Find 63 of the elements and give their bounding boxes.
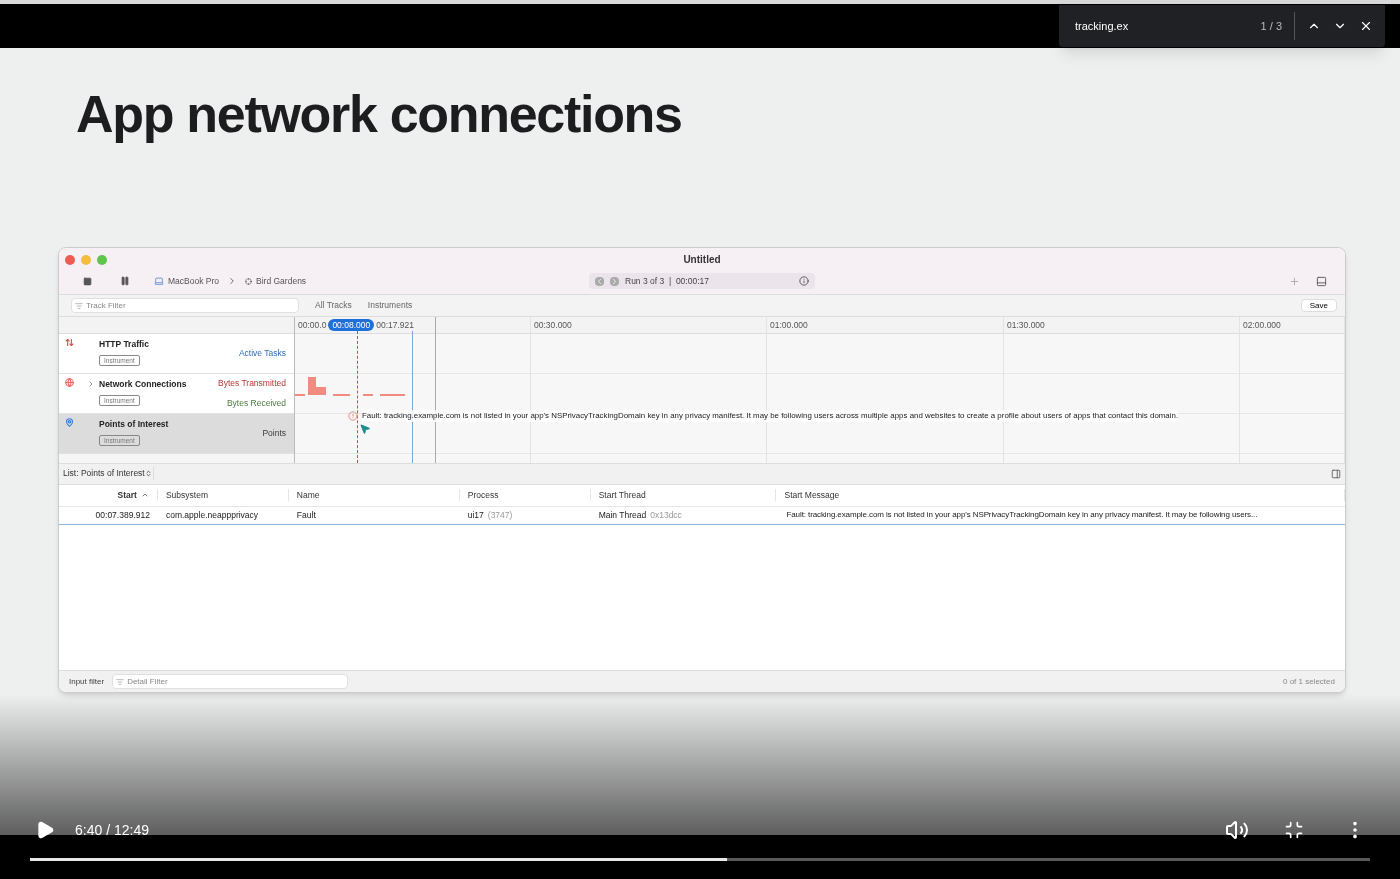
list-selector[interactable]: List: Points of Interest [63, 467, 154, 480]
track-label: Points [262, 427, 286, 440]
info-icon[interactable] [799, 276, 809, 286]
detail-filter-field[interactable]: Detail Filter [112, 674, 349, 689]
track-label: Active Tasks [238, 347, 286, 360]
panel-toggle-icon[interactable] [1316, 276, 1327, 287]
table-cell: Fault [296, 508, 316, 522]
exit-fullscreen-icon[interactable] [1284, 820, 1304, 840]
track-label: Bytes Transmitted [217, 377, 286, 391]
volume-icon[interactable] [1225, 818, 1249, 842]
disclosure-icon[interactable] [87, 380, 95, 388]
column-header[interactable]: Start Thread [598, 488, 646, 502]
cell-detail: 0x13dcc [650, 508, 682, 522]
fault-marker-icon[interactable] [348, 410, 358, 421]
column-header[interactable]: Start Message [784, 488, 840, 502]
laptop-icon [154, 276, 164, 287]
slide-title: App network connections [76, 84, 682, 144]
mouse-pointer-icon [359, 423, 371, 435]
progress-track[interactable] [30, 858, 1370, 861]
column-header[interactable]: Name [296, 488, 320, 502]
scope-tab[interactable]: All Tracks [315, 299, 352, 312]
track-filter-field[interactable]: Track Filter [71, 298, 299, 313]
table-cell: ui17 [467, 508, 484, 522]
column-header[interactable]: Start [117, 488, 137, 502]
close-icon[interactable] [1359, 19, 1373, 33]
column-header[interactable]: Subsystem [165, 488, 208, 502]
sort-icon[interactable] [140, 491, 149, 499]
window-title: Untitled [683, 253, 721, 267]
run-info: Run 3 of 3 | 00:00:17 [625, 274, 710, 288]
table-cell: 00:07.389.912 [95, 508, 150, 522]
target-icon [245, 277, 253, 285]
ruler-label: 00:00.0 [298, 318, 327, 332]
playback-time: 6:40 / 12:49 [75, 820, 149, 840]
cursor-time-badge[interactable]: 00:08.000 [328, 318, 375, 332]
track-name: Network Connections [99, 378, 187, 391]
table-cell: com.apple.neappprivacy [165, 508, 259, 522]
device-name[interactable]: MacBook Pro [168, 275, 220, 288]
cell-detail: (3747) [487, 508, 513, 522]
scope-tab[interactable]: Instruments [367, 299, 413, 312]
find-query[interactable]: tracking.ex [1075, 17, 1261, 35]
table-cell: Main Thread [598, 508, 647, 522]
pause-icon[interactable] [120, 276, 130, 287]
track-name: Points of Interest [99, 418, 169, 431]
track-name: HTTP Traffic [99, 338, 149, 351]
filter-icon [116, 678, 125, 686]
selection-status: 0 of 1 selected [1282, 675, 1335, 688]
filter-label: Input filter [69, 675, 105, 688]
inspector-toggle-icon[interactable] [1331, 468, 1341, 479]
filter-icon [75, 302, 83, 310]
play-icon[interactable] [35, 820, 55, 840]
ruler-label: 01:30.000 [1007, 318, 1045, 332]
stop-icon[interactable] [83, 276, 92, 286]
track-label: Bytes Received [226, 396, 286, 410]
table-cell: Fault: tracking.example.com is not listed in your app's NSPrivacyTrackingDomain key in any privacy manifest. It may be following users... [786, 509, 1258, 521]
save-button[interactable]: Save [1300, 299, 1337, 312]
target-name[interactable]: Bird Gardens [256, 275, 307, 288]
match-count: 1 / 3 [1260, 18, 1283, 34]
ruler-label: 00:30.000 [534, 318, 572, 332]
ruler-label: 01:00.000 [770, 318, 808, 332]
ruler-label: 00:17.921 [376, 318, 415, 332]
column-header[interactable]: Process [467, 488, 499, 502]
ruler-label: 02:00.000 [1243, 318, 1281, 332]
dropdown-icon[interactable] [144, 470, 152, 477]
